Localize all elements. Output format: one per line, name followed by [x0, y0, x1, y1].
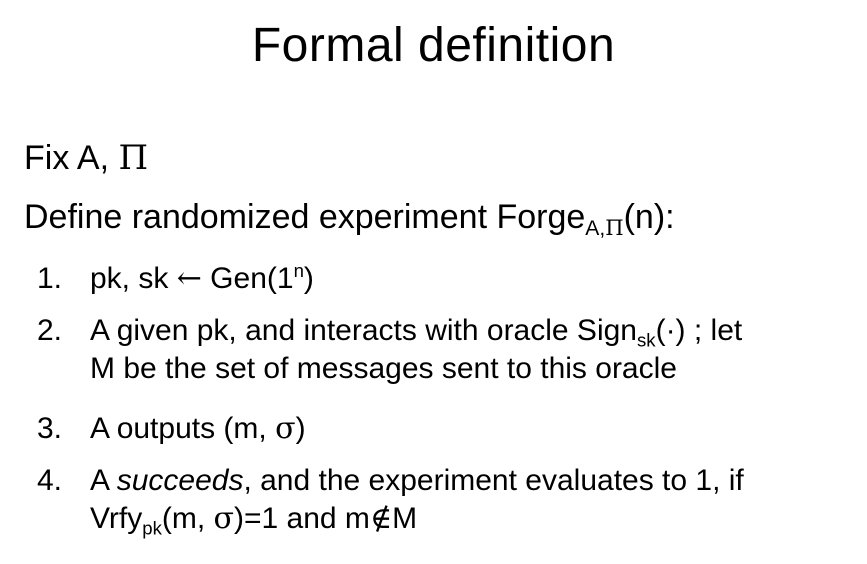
forge-subscript-pi: Π — [605, 215, 624, 241]
define-suffix: (n): — [623, 198, 675, 236]
step-text: A succeeds, and the experiment evaluates… — [90, 462, 850, 538]
step2-line1-pre: A given pk, and interacts with oracle Si… — [90, 314, 637, 347]
sigma-symbol: σ — [275, 411, 296, 446]
define-line: Define randomized experiment ForgeA,Π(n)… — [24, 197, 675, 240]
step3-post: ) — [295, 412, 306, 445]
step1-end: ) — [303, 262, 314, 295]
step-text: A outputs (m, σ) — [90, 410, 850, 448]
step4-emphasis: succeeds — [116, 464, 244, 497]
forge-subscript: A,Π — [585, 217, 623, 240]
pi-symbol: Π — [118, 138, 149, 178]
sigma-symbol: σ — [213, 501, 235, 536]
step-number: 1. — [37, 262, 63, 295]
forge-subscript-a: A, — [585, 217, 606, 241]
step4-line1-post: , and the experiment evaluates to 1, if — [243, 464, 744, 497]
step4-end: M — [392, 502, 418, 535]
step1-post: Gen(1 — [201, 262, 294, 295]
step4-mid: (m, — [161, 502, 214, 535]
step2-line2: M be the set of messages sent to this or… — [90, 352, 677, 385]
step1-superscript: n — [293, 259, 304, 281]
step1-pre: pk, sk — [90, 262, 177, 295]
step2-subscript: sk — [636, 329, 656, 351]
step-text: pk, sk ← Gen(1n) — [90, 260, 850, 298]
step-number: 4. — [37, 464, 63, 497]
define-text: Define randomized experiment Forge — [24, 198, 586, 236]
step-number: 3. — [37, 412, 63, 445]
step4-vrfy: Vrfy — [90, 502, 143, 535]
step-text: A given pk, and interacts with oracle Si… — [90, 312, 850, 388]
step4-subscript: pk — [142, 517, 162, 539]
step4-line1-pre: A — [90, 464, 117, 497]
step-number: 2. — [37, 314, 63, 347]
fix-line: Fix A, Π — [24, 138, 148, 178]
step2-line1-post: (·) ; let — [655, 314, 743, 347]
step4-post: )=1 and m — [234, 502, 370, 535]
not-in-symbol: ∉ — [369, 501, 393, 536]
step3-pre: A outputs (m, — [90, 412, 276, 445]
left-arrow-symbol: ← — [176, 261, 202, 296]
fix-prefix: Fix A, — [24, 139, 119, 177]
slide-title: Formal definition — [251, 19, 616, 72]
